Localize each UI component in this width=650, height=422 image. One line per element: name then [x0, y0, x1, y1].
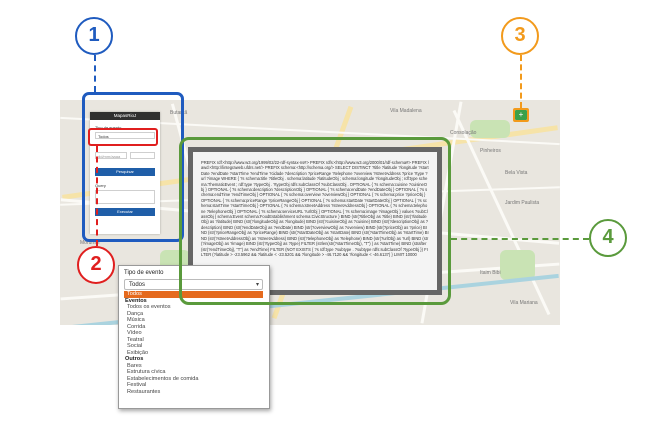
callout-2-connector [96, 146, 98, 246]
map-park [500, 250, 535, 280]
dropdown-selected-value: Todos [129, 282, 146, 288]
highlight-query-popup [179, 137, 451, 305]
map-label: Itaim Bibi [480, 270, 501, 276]
callout-2: 2 [77, 246, 115, 284]
map-label: Consolação [450, 130, 477, 136]
callout-3: 3 [501, 17, 539, 55]
map-label: Bela Vista [505, 170, 528, 176]
map-label: Pinheiros [480, 148, 501, 154]
callout-4-connector [451, 238, 589, 240]
callout-3-connector [520, 55, 522, 108]
map-label: Jardim Paulista [505, 200, 540, 206]
dropdown-title: Tipo de evento [124, 270, 164, 276]
map-label: Vila Madalena [390, 108, 422, 114]
highlight-zoom-button [513, 108, 529, 122]
highlight-event-type [88, 128, 158, 146]
dropdown-option[interactable]: Restaurantes [124, 389, 263, 396]
callout-1: 1 [75, 17, 113, 55]
callout-1-connector [94, 55, 96, 92]
callout-4: 4 [589, 219, 627, 257]
map-label: Vila Mariana [510, 300, 538, 306]
dropdown-options: Todos Eventos Todos os eventos Dança Música C… [124, 291, 263, 395]
